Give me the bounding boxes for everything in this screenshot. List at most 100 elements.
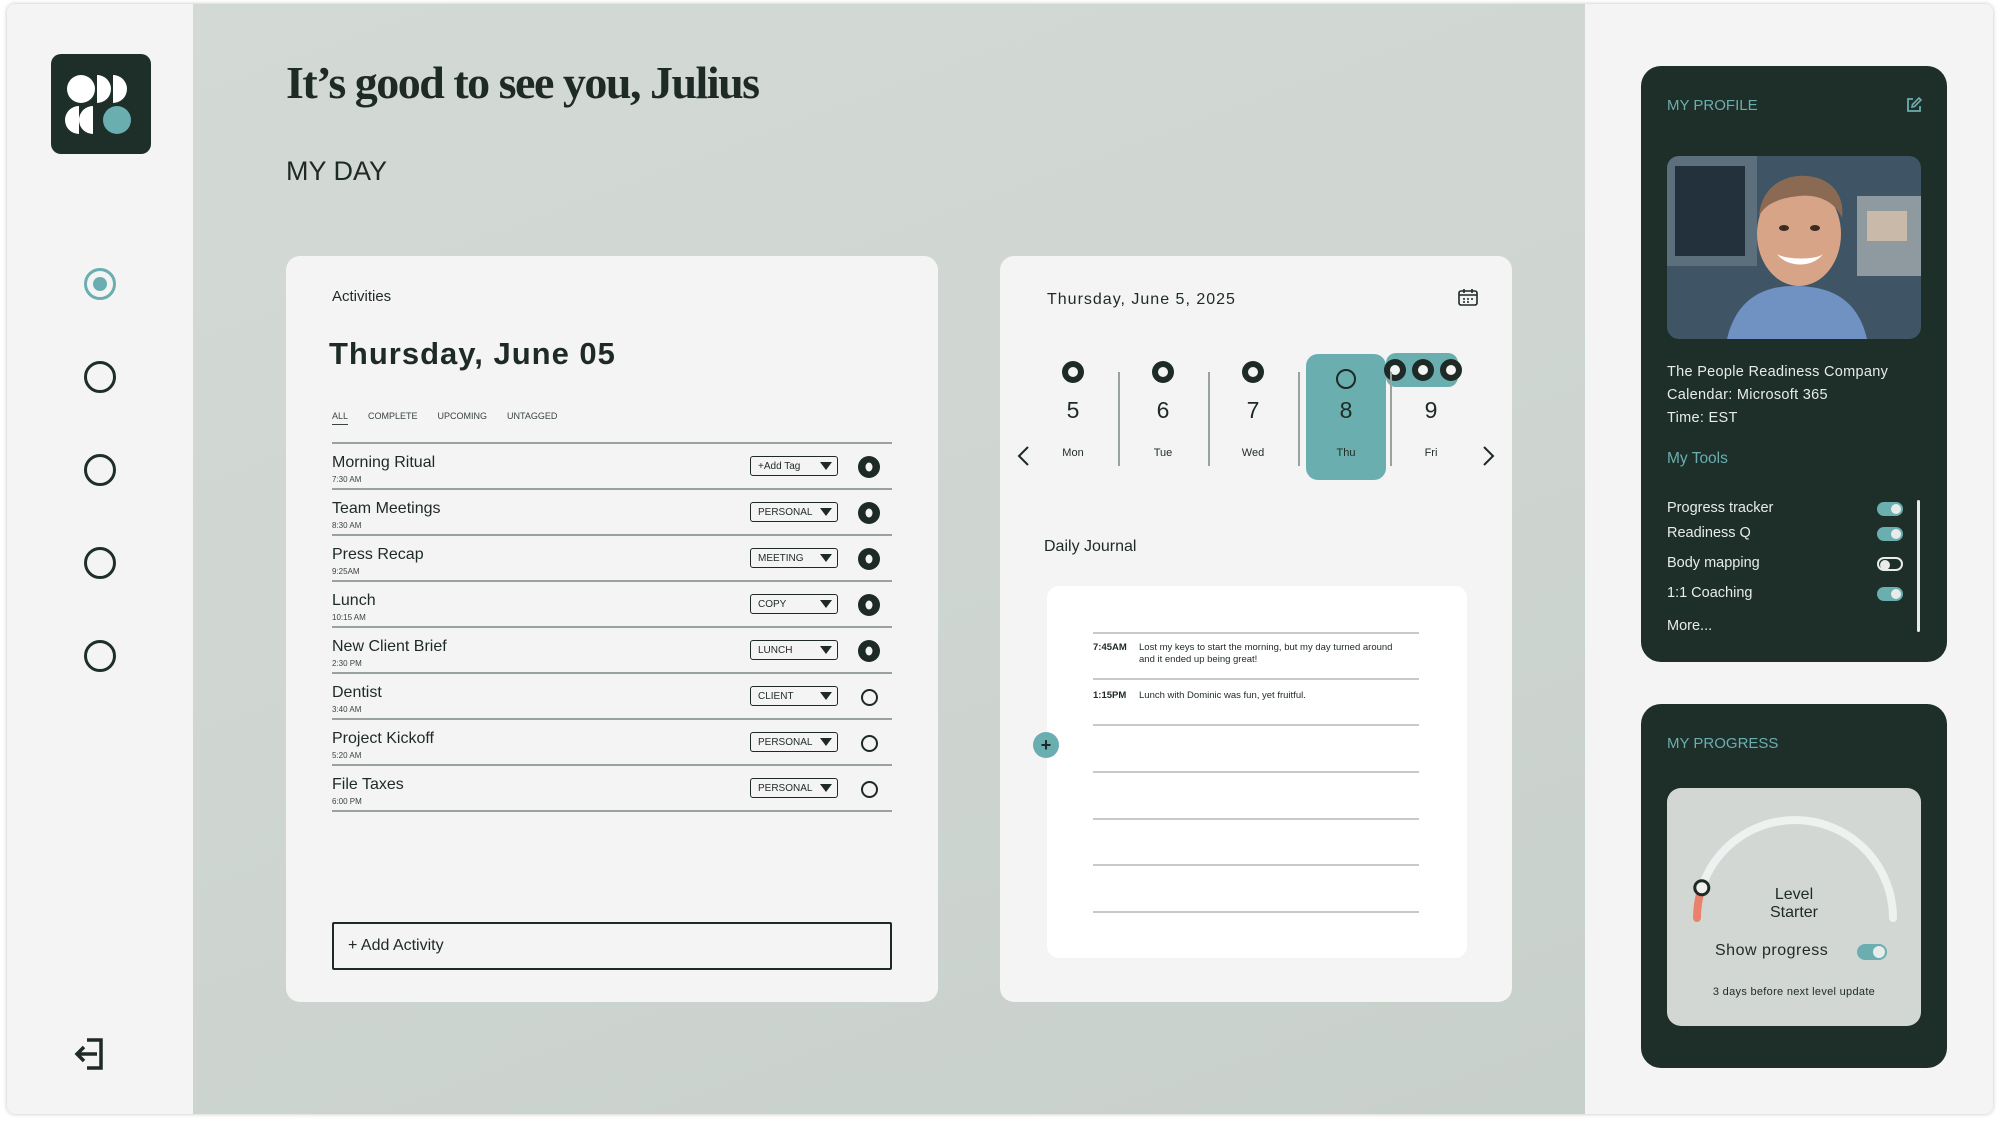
activity-marker-icon: [1062, 361, 1084, 383]
more-tools-link[interactable]: More...: [1667, 618, 1712, 634]
activities-date: Thursday, June 05: [329, 336, 616, 371]
incomplete-status-icon[interactable]: [861, 735, 878, 752]
tag-dropdown[interactable]: CLIENT: [750, 686, 838, 706]
day-of-week: Wed: [1241, 447, 1265, 459]
day-divider: [1298, 372, 1300, 466]
tag-dropdown[interactable]: PERSONAL: [750, 778, 838, 798]
tag-dropdown[interactable]: COPY: [750, 594, 838, 614]
nav-item-1[interactable]: [84, 268, 116, 300]
tag-value: PERSONAL: [758, 506, 813, 518]
tag-dropdown[interactable]: +Add Tag: [750, 456, 838, 476]
progress-panel: Level Starter Show progress 3 days befor…: [1667, 788, 1921, 1026]
complete-status-icon[interactable]: [858, 456, 880, 478]
body-mapping-toggle[interactable]: [1877, 557, 1903, 571]
greeting-heading: It’s good to see you, Julius: [286, 57, 760, 108]
profile-photo: [1667, 156, 1921, 339]
coaching-toggle[interactable]: [1877, 587, 1903, 601]
activity-name: New Client Brief: [332, 638, 447, 655]
nav-item-2[interactable]: [84, 361, 116, 393]
tools-scrollbar[interactable]: [1917, 500, 1920, 632]
filter-complete[interactable]: COMPLETE: [368, 411, 418, 425]
tag-dropdown[interactable]: LUNCH: [750, 640, 838, 660]
day-friday[interactable]: 9 Fri: [1398, 361, 1464, 476]
logo-mark-icon: [65, 75, 131, 134]
activity-row[interactable]: Project Kickoff 5:20 AM PERSONAL: [332, 720, 892, 766]
app-window: It’s good to see you, Julius MY DAY Acti…: [7, 4, 1993, 1114]
activity-row[interactable]: Team Meetings 8:30 AM PERSONAL: [332, 490, 892, 536]
readiness-q-toggle[interactable]: [1877, 527, 1903, 541]
chevron-down-icon: [820, 646, 832, 654]
day-thursday-selected[interactable]: 8 Thu: [1306, 354, 1386, 480]
activity-row[interactable]: Lunch 10:15 AM COPY: [332, 582, 892, 628]
empty-marker-icon: [1336, 369, 1356, 389]
activity-name: Press Recap: [332, 546, 424, 563]
profile-timezone: Time: EST: [1667, 410, 1738, 426]
chevron-down-icon: [820, 554, 832, 562]
chevron-down-icon: [820, 462, 832, 470]
show-progress-toggle[interactable]: [1857, 944, 1887, 960]
day-monday[interactable]: 5 Mon: [1040, 361, 1106, 476]
level-label: Level: [1774, 886, 1814, 903]
tool-label: Readiness Q: [1667, 525, 1751, 541]
tool-label: 1:1 Coaching: [1667, 585, 1753, 601]
complete-status-icon[interactable]: [858, 640, 880, 662]
day-tuesday[interactable]: 6 Tue: [1130, 361, 1196, 476]
nav-item-3[interactable]: [84, 454, 116, 486]
tag-dropdown[interactable]: PERSONAL: [750, 732, 838, 752]
activity-time: 9:25AM: [332, 567, 360, 576]
day-of-week: Fri: [1424, 447, 1438, 459]
chevron-down-icon: [820, 692, 832, 700]
entry-text: Lost my keys to start the morning, but m…: [1139, 642, 1393, 665]
activity-name: Team Meetings: [332, 500, 441, 517]
day-wednesday[interactable]: 7 Wed: [1220, 361, 1286, 476]
journal-line: [1093, 818, 1419, 820]
activity-row[interactable]: Morning Ritual 7:30 AM +Add Tag: [332, 444, 892, 490]
prev-week-button[interactable]: [1014, 444, 1034, 468]
activity-row[interactable]: Dentist 3:40 AM CLIENT: [332, 674, 892, 720]
progress-tracker-toggle[interactable]: [1877, 502, 1903, 516]
filter-all[interactable]: ALL: [332, 411, 349, 425]
incomplete-status-icon[interactable]: [861, 781, 878, 798]
entry-text: Lunch with Dominic was fun, yet fruitful…: [1139, 690, 1306, 701]
add-journal-entry-button[interactable]: +: [1033, 732, 1059, 758]
filter-upcoming[interactable]: UPCOMING: [438, 411, 488, 425]
complete-status-icon[interactable]: [858, 548, 880, 570]
nav-item-4[interactable]: [84, 547, 116, 579]
complete-status-icon[interactable]: [858, 502, 880, 524]
add-activity-input[interactable]: + Add Activity: [332, 922, 892, 970]
day-of-week: Tue: [1153, 447, 1173, 459]
tag-dropdown[interactable]: PERSONAL: [750, 502, 838, 522]
tag-dropdown[interactable]: MEETING: [750, 548, 838, 568]
activity-name: Project Kickoff: [332, 730, 434, 747]
progress-title: MY PROGRESS: [1667, 735, 1779, 752]
activities-label: Activities: [332, 288, 392, 305]
day-number: 5: [1066, 397, 1080, 423]
profile-title: MY PROFILE: [1667, 97, 1758, 114]
logout-button[interactable]: [73, 1036, 113, 1072]
right-panel: MY PROFILE The People Readiness Company …: [1585, 4, 1993, 1114]
day-of-week: Thu: [1336, 447, 1356, 459]
chevron-left-icon: [1017, 446, 1029, 466]
filter-untagged[interactable]: UNTAGGED: [507, 411, 557, 425]
tag-value: MEETING: [758, 552, 804, 564]
calendar-icon[interactable]: [1458, 288, 1478, 306]
next-week-button[interactable]: [1478, 444, 1498, 468]
logout-icon: [74, 1038, 103, 1070]
entry-time: 1:15PM: [1093, 690, 1127, 701]
edit-profile-button[interactable]: [1905, 96, 1923, 114]
incomplete-status-icon[interactable]: [861, 689, 878, 706]
day-of-week: Mon: [1062, 447, 1084, 459]
day-divider: [1390, 372, 1392, 466]
nav-item-5[interactable]: [84, 640, 116, 672]
activity-filters: ALL COMPLETE UPCOMING UNTAGGED: [332, 411, 557, 425]
journal-entries[interactable]: 7:45AM Lost my keys to start the morning…: [1047, 586, 1467, 958]
complete-status-icon[interactable]: [858, 594, 880, 616]
activity-row[interactable]: Press Recap 9:25AM MEETING: [332, 536, 892, 582]
activity-row[interactable]: New Client Brief 2:30 PM LUNCH: [332, 628, 892, 674]
activities-card: Activities Thursday, June 05 ALL COMPLET…: [286, 256, 938, 1002]
journal-title: Daily Journal: [1044, 538, 1137, 555]
activity-row[interactable]: File Taxes 6:00 PM PERSONAL: [332, 766, 892, 812]
activity-marker-icon: [1152, 361, 1174, 383]
profile-calendar: Calendar: Microsoft 365: [1667, 387, 1828, 403]
profile-company: The People Readiness Company: [1667, 364, 1889, 380]
